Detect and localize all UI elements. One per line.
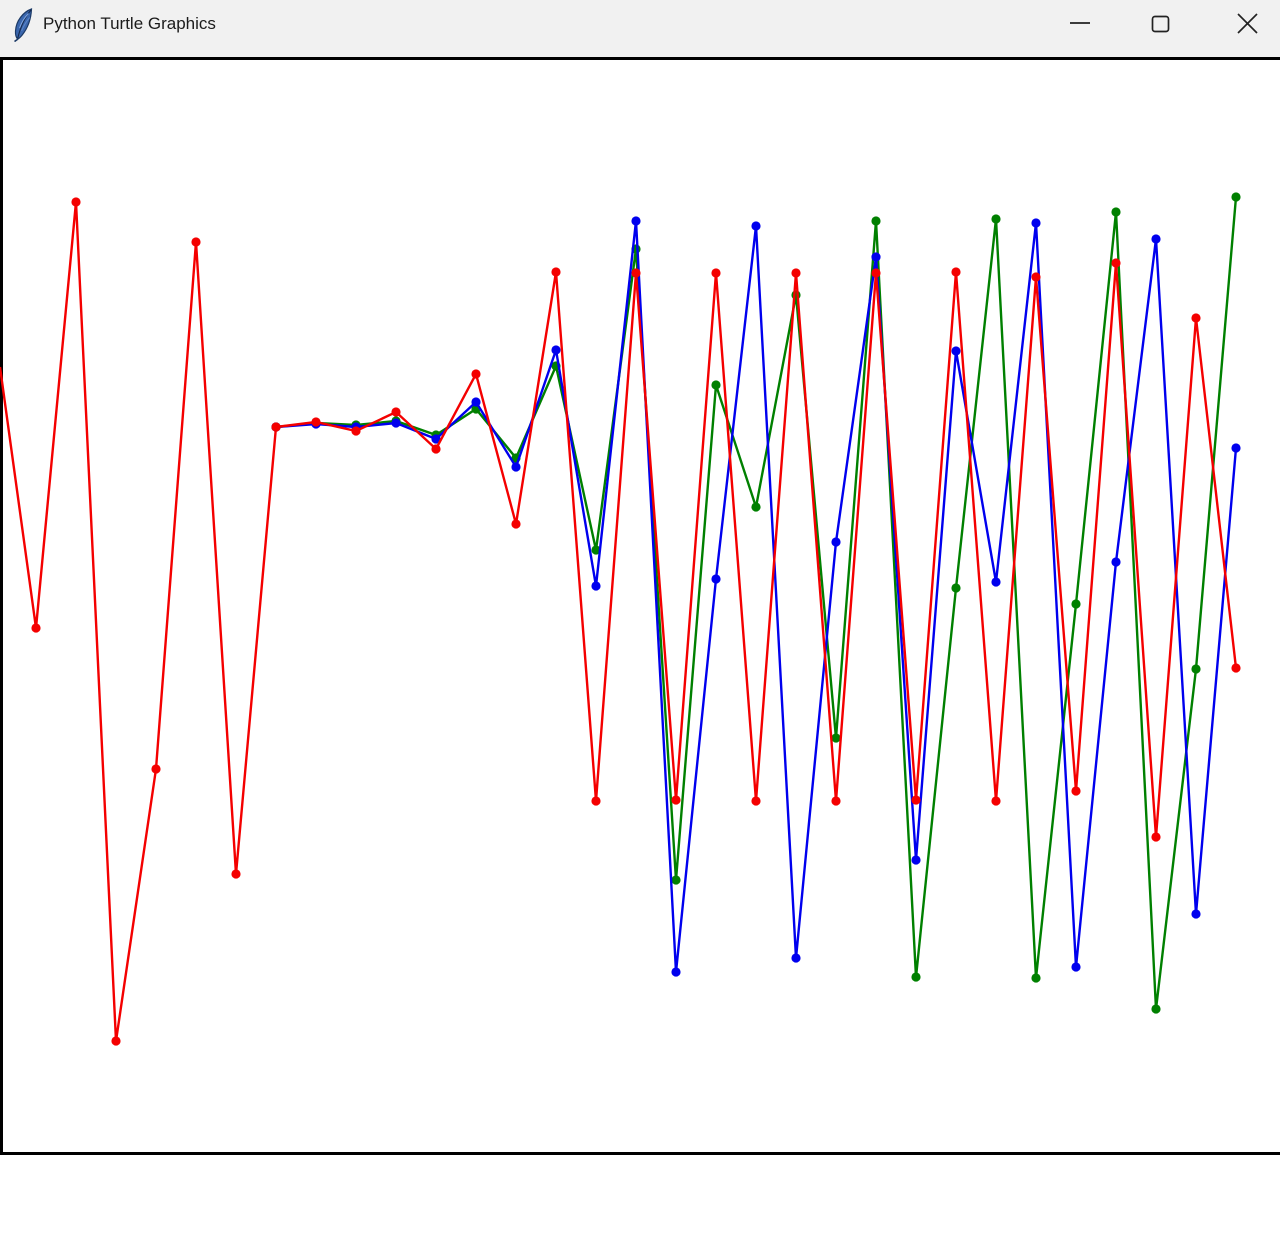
series-blue-point-marker: [831, 537, 840, 546]
series-blue-point-marker: [551, 345, 560, 354]
series-blue-point-marker: [591, 581, 600, 590]
series-red: [0, 197, 1241, 1045]
series-red-point-marker: [951, 267, 960, 276]
series-green-point-marker: [1151, 1004, 1160, 1013]
series-blue-point-marker: [631, 216, 640, 225]
series-blue-point-marker: [1191, 909, 1200, 918]
frame-top-line: [0, 57, 1280, 60]
series-green-point-marker: [711, 380, 720, 389]
chart-series-root: [0, 192, 1241, 1045]
series-blue-point-marker: [391, 418, 400, 427]
series-blue-point-marker: [951, 346, 960, 355]
series-green-point-marker: [991, 214, 1000, 223]
series-blue-point-marker: [471, 397, 480, 406]
maximize-button[interactable]: [1151, 14, 1171, 34]
series-red-line: [0, 202, 1236, 1041]
frame-bottom-line: [0, 1152, 1280, 1155]
series-red-point-marker: [551, 267, 560, 276]
series-red-point-marker: [591, 796, 600, 805]
series-red-point-marker: [831, 796, 840, 805]
series-red-point-marker: [31, 623, 40, 632]
series-green-point-marker: [831, 733, 840, 742]
turtle-canvas: [0, 57, 1280, 1253]
series-red-point-marker: [1191, 313, 1200, 322]
series-red-point-marker: [631, 268, 640, 277]
series-blue-point-marker: [671, 967, 680, 976]
series-red-point-marker: [111, 1036, 120, 1045]
series-green-point-marker: [911, 972, 920, 981]
series-blue-point-marker: [791, 953, 800, 962]
series-blue: [271, 216, 1240, 976]
series-red-point-marker: [1231, 663, 1240, 672]
series-blue-point-marker: [1111, 557, 1120, 566]
series-red-point-marker: [791, 268, 800, 277]
series-green-line: [276, 197, 1236, 1009]
series-blue-point-marker: [1151, 234, 1160, 243]
turtle-graphics-window: Python Turtle Graphics: [0, 0, 1280, 1253]
series-red-point-marker: [511, 519, 520, 528]
window-title: Python Turtle Graphics: [43, 14, 216, 34]
series-red-point-marker: [1151, 832, 1160, 841]
series-blue-point-marker: [511, 462, 520, 471]
series-blue-line: [276, 221, 1236, 972]
series-green-point-marker: [751, 502, 760, 511]
series-red-point-marker: [71, 197, 80, 206]
series-blue-point-marker: [991, 577, 1000, 586]
series-red-point-marker: [471, 369, 480, 378]
series-blue-point-marker: [911, 855, 920, 864]
series-red-point-marker: [1071, 786, 1080, 795]
series-green-point-marker: [871, 216, 880, 225]
series-green-point-marker: [1031, 973, 1040, 982]
series-green-point-marker: [1231, 192, 1240, 201]
series-green-point-marker: [951, 583, 960, 592]
series-red-point-marker: [711, 268, 720, 277]
series-red-point-marker: [271, 422, 280, 431]
series-blue-point-marker: [711, 574, 720, 583]
series-blue-point-marker: [871, 252, 880, 261]
series-red-point-marker: [191, 237, 200, 246]
series-blue-point-marker: [1071, 962, 1080, 971]
series-red-point-marker: [751, 796, 760, 805]
series-red-point-marker: [231, 869, 240, 878]
series-red-point-marker: [351, 426, 360, 435]
series-green-point-marker: [1111, 207, 1120, 216]
frame-left-line: [0, 57, 3, 1155]
series-blue-point-marker: [1231, 443, 1240, 452]
series-green-point-marker: [1071, 599, 1080, 608]
titlebar: Python Turtle Graphics: [0, 0, 1280, 57]
python-feather-icon: [13, 8, 35, 42]
minimize-button[interactable]: [1069, 14, 1091, 32]
series-red-point-marker: [991, 796, 1000, 805]
series-green-point-marker: [1191, 664, 1200, 673]
series-green: [271, 192, 1240, 1013]
series-red-point-marker: [1111, 258, 1120, 267]
series-blue-point-marker: [1031, 218, 1040, 227]
series-red-point-marker: [391, 407, 400, 416]
series-red-point-marker: [871, 268, 880, 277]
series-green-point-marker: [791, 290, 800, 299]
series-blue-point-marker: [751, 221, 760, 230]
series-red-point-marker: [431, 444, 440, 453]
series-red-point-marker: [311, 417, 320, 426]
series-green-point-marker: [671, 875, 680, 884]
series-red-point-marker: [671, 795, 680, 804]
series-red-point-marker: [1031, 272, 1040, 281]
series-red-point-marker: [911, 795, 920, 804]
series-red-point-marker: [151, 764, 160, 773]
close-button[interactable]: [1236, 11, 1259, 35]
